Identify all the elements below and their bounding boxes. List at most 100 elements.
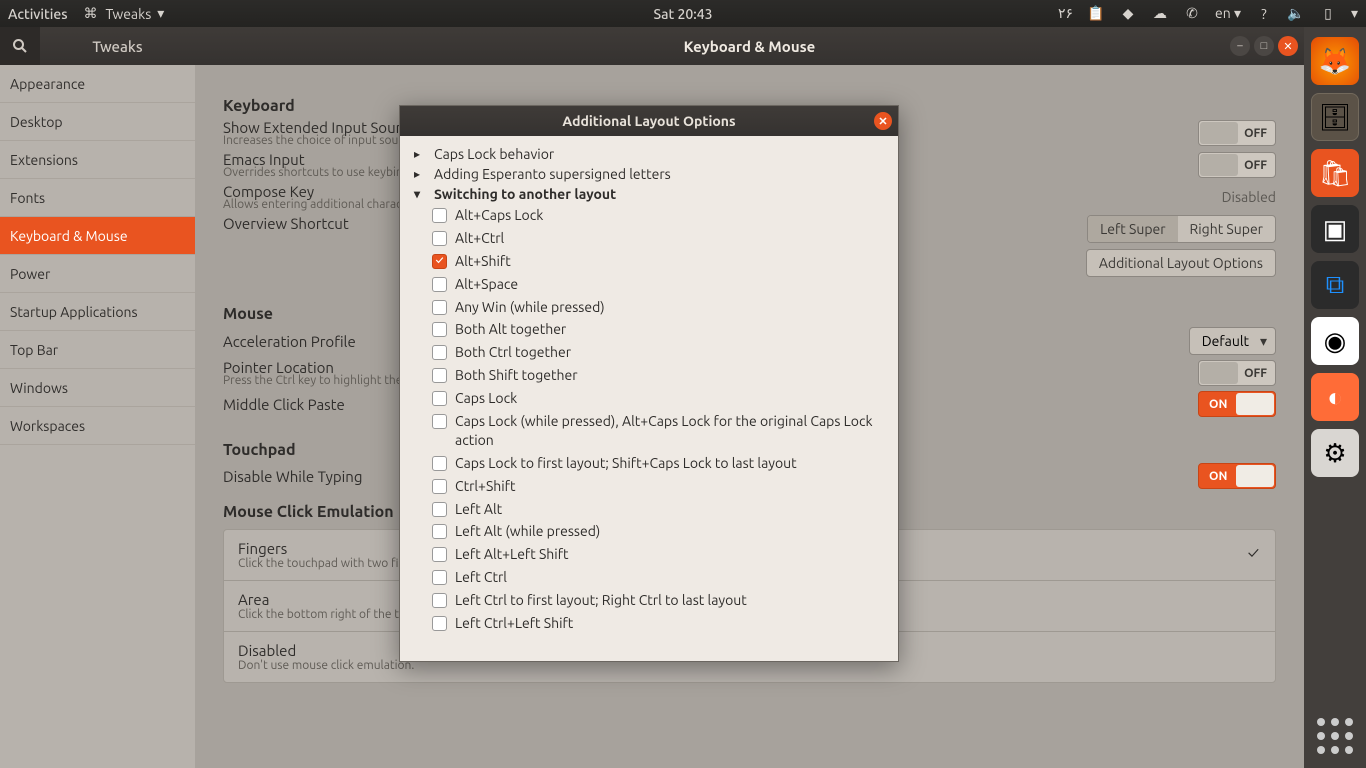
sidebar-item-keyboard-mouse[interactable]: Keyboard & Mouse bbox=[0, 217, 195, 255]
emacs-toggle[interactable] bbox=[1198, 152, 1276, 178]
checkbox[interactable] bbox=[432, 208, 447, 223]
input-lang[interactable]: en ▾ bbox=[1215, 5, 1241, 22]
sidebar-item-startup-applications[interactable]: Startup Applications bbox=[0, 293, 195, 331]
checkbox[interactable] bbox=[432, 616, 447, 631]
checkbox[interactable] bbox=[432, 345, 447, 360]
checkbox[interactable] bbox=[432, 570, 447, 585]
layout-option[interactable]: Both Ctrl together bbox=[432, 341, 884, 364]
layout-option[interactable]: Ctrl+Shift bbox=[432, 475, 884, 498]
persian-date: ۲۶ bbox=[1058, 5, 1073, 22]
pointer-toggle[interactable] bbox=[1198, 360, 1276, 386]
sidebar-item-appearance[interactable]: Appearance bbox=[0, 65, 195, 103]
volume-icon[interactable]: 🔈 bbox=[1287, 5, 1305, 23]
dialog-titlebar: Additional Layout Options ✕ bbox=[400, 106, 898, 136]
layout-option[interactable]: Alt+Caps Lock bbox=[432, 204, 884, 227]
checkbox[interactable] bbox=[432, 547, 447, 562]
checkbox[interactable] bbox=[432, 414, 447, 429]
checkbox[interactable] bbox=[432, 300, 447, 315]
weather-icon[interactable]: ☁ bbox=[1151, 5, 1169, 23]
checkbox[interactable] bbox=[432, 391, 447, 406]
battery-icon[interactable]: ▯ bbox=[1319, 5, 1337, 23]
dock-terminal[interactable]: ▣ bbox=[1311, 205, 1359, 253]
dock-settings[interactable]: ⚙ bbox=[1311, 429, 1359, 477]
layout-option[interactable]: Left Ctrl+Left Shift bbox=[432, 612, 884, 635]
topbar-app-menu[interactable]: ⌘ Tweaks ▾ bbox=[82, 5, 165, 23]
seg-left-super[interactable]: Left Super bbox=[1088, 216, 1177, 242]
layout-option[interactable]: Alt+Space bbox=[432, 273, 884, 296]
checkbox[interactable] bbox=[432, 254, 447, 269]
option-label: Alt+Shift bbox=[455, 252, 511, 271]
layout-option[interactable]: Left Alt bbox=[432, 498, 884, 521]
clock[interactable]: Sat 20:43 bbox=[653, 6, 712, 22]
show-applications[interactable] bbox=[1317, 718, 1353, 754]
sidebar-item-workspaces[interactable]: Workspaces bbox=[0, 407, 195, 445]
seg-right-super[interactable]: Right Super bbox=[1178, 216, 1275, 242]
chevron-down-icon: ▾ bbox=[157, 5, 164, 22]
layout-option[interactable]: Any Win (while pressed) bbox=[432, 296, 884, 319]
dock-firefox[interactable]: 🦊 bbox=[1311, 37, 1359, 85]
sidebar-item-power[interactable]: Power bbox=[0, 255, 195, 293]
close-button[interactable]: ✕ bbox=[1278, 36, 1298, 56]
option-label: Left Alt (while pressed) bbox=[455, 522, 600, 541]
layout-option[interactable]: Caps Lock (while pressed), Alt+Caps Lock… bbox=[432, 410, 884, 452]
dropbox-icon[interactable]: ◆ bbox=[1119, 5, 1137, 23]
checkbox[interactable] bbox=[432, 277, 447, 292]
maximize-button[interactable]: □ bbox=[1254, 36, 1274, 56]
option-label: Alt+Caps Lock bbox=[455, 206, 543, 225]
top-panel: Activities ⌘ Tweaks ▾ Sat 20:43 ۲۶ 📋 ◆ ☁… bbox=[0, 0, 1366, 27]
dock-software[interactable]: 🛍 bbox=[1311, 149, 1359, 197]
layout-option[interactable]: Left Alt+Left Shift bbox=[432, 543, 884, 566]
layout-option[interactable]: Caps Lock bbox=[432, 387, 884, 410]
dock-postman[interactable]: ◐ bbox=[1311, 373, 1359, 421]
middle-click-toggle[interactable] bbox=[1198, 391, 1276, 417]
checkbox[interactable] bbox=[432, 524, 447, 539]
sidebar-item-windows[interactable]: Windows bbox=[0, 369, 195, 407]
sidebar-item-desktop[interactable]: Desktop bbox=[0, 103, 195, 141]
layout-option[interactable]: Alt+Shift bbox=[432, 250, 884, 273]
dock-chrome[interactable]: ◉ bbox=[1311, 317, 1359, 365]
activities-button[interactable]: Activities bbox=[8, 6, 68, 22]
overview-shortcut-segment[interactable]: Left Super Right Super bbox=[1087, 215, 1276, 243]
layout-option[interactable]: Left Ctrl to first layout; Right Ctrl to… bbox=[432, 589, 884, 612]
layout-option[interactable]: Caps Lock to first layout; Shift+Caps Lo… bbox=[432, 452, 884, 475]
checkbox[interactable] bbox=[432, 479, 447, 494]
tree-group[interactable]: Caps Lock behavior bbox=[414, 144, 884, 164]
layout-option[interactable]: Left Alt (while pressed) bbox=[432, 520, 884, 543]
additional-layout-options-button[interactable]: Additional Layout Options bbox=[1086, 249, 1276, 277]
checkbox[interactable] bbox=[432, 456, 447, 471]
whatsapp-icon[interactable]: ✆ bbox=[1183, 5, 1201, 23]
layout-option[interactable]: Both Shift together bbox=[432, 364, 884, 387]
layout-option[interactable]: Left Ctrl bbox=[432, 566, 884, 589]
dock: 🦊 🗄 🛍 ▣ ⧉ ◉ ◐ ⚙ bbox=[1304, 27, 1366, 768]
tree-group[interactable]: Adding Esperanto supersigned letters bbox=[414, 164, 884, 184]
accel-label: Acceleration Profile bbox=[223, 333, 356, 350]
tree-group[interactable]: Switching to another layout bbox=[414, 184, 884, 204]
extended-sources-sub: Increases the choice of input sources bbox=[223, 134, 423, 147]
checkbox[interactable] bbox=[432, 502, 447, 517]
checkbox[interactable] bbox=[432, 322, 447, 337]
extended-sources-toggle[interactable] bbox=[1198, 120, 1276, 146]
sidebar-item-fonts[interactable]: Fonts bbox=[0, 179, 195, 217]
disable-typing-label: Disable While Typing bbox=[223, 468, 363, 485]
search-button[interactable] bbox=[0, 27, 40, 65]
layout-option[interactable]: Both Alt together bbox=[432, 318, 884, 341]
dialog-title: Additional Layout Options bbox=[562, 113, 735, 129]
help-icon[interactable]: ? bbox=[1255, 5, 1273, 23]
dialog-close-button[interactable]: ✕ bbox=[874, 112, 892, 130]
option-label: Caps Lock bbox=[455, 389, 517, 408]
sidebar-item-top-bar[interactable]: Top Bar bbox=[0, 331, 195, 369]
option-label: Both Shift together bbox=[455, 366, 578, 385]
layout-options-dialog: Additional Layout Options ✕ Caps Lock be… bbox=[399, 105, 899, 662]
checkbox[interactable] bbox=[432, 368, 447, 383]
dock-vscode[interactable]: ⧉ bbox=[1311, 261, 1359, 309]
accel-select[interactable]: Default bbox=[1189, 327, 1276, 355]
system-menu[interactable]: ▾ bbox=[1351, 5, 1358, 22]
checkbox[interactable] bbox=[432, 231, 447, 246]
dock-files[interactable]: 🗄 bbox=[1311, 93, 1359, 141]
layout-option[interactable]: Alt+Ctrl bbox=[432, 227, 884, 250]
clipboard-icon[interactable]: 📋 bbox=[1087, 5, 1105, 23]
checkbox[interactable] bbox=[432, 593, 447, 608]
sidebar-item-extensions[interactable]: Extensions bbox=[0, 141, 195, 179]
minimize-button[interactable]: – bbox=[1230, 36, 1250, 56]
disable-typing-toggle[interactable] bbox=[1198, 463, 1276, 489]
